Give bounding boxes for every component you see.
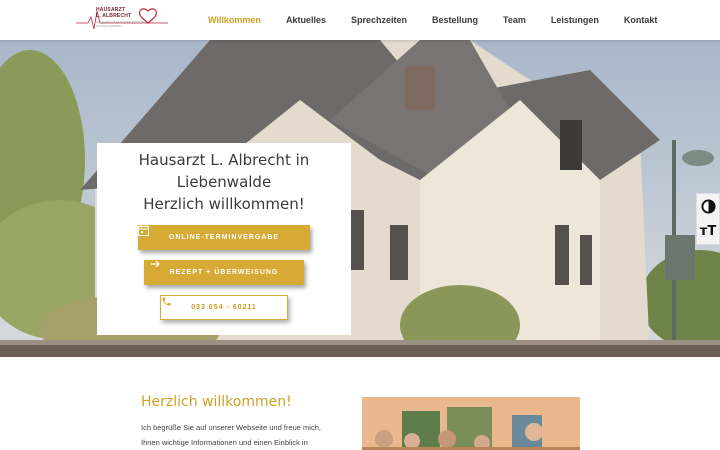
hero-title: Hausarzt L. Albrecht in Liebenwalde Herz… (97, 149, 351, 215)
site-header: HAUSARZT L. ALBRECHT FACHARZT FÜR INNERE… (0, 0, 720, 40)
hero-title-line3: Herzlich willkommen! (143, 195, 305, 213)
main-nav: Willkommen Aktuelles Sprechzeiten Bestel… (208, 0, 682, 40)
welcome-text: Ich begrüße Sie auf unserer Webseite und… (141, 423, 321, 447)
contrast-button[interactable] (697, 194, 719, 219)
hero-section: Hausarzt L. Albrecht in Liebenwalde Herz… (0, 40, 720, 357)
text-size-icon: ᴛT (699, 224, 717, 239)
nav-item-kontakt[interactable]: Kontakt (624, 15, 658, 25)
logo-line2: L. ALBRECHT (96, 13, 132, 19)
font-size-button[interactable]: ᴛT (697, 219, 719, 244)
nav-item-team[interactable]: Team (503, 15, 526, 25)
nav-item-bestellung[interactable]: Bestellung (432, 15, 478, 25)
prescription-button[interactable]: REZEPT + ÜBERWEISUNG (144, 260, 304, 285)
nav-item-sprechzeiten[interactable]: Sprechzeiten (351, 15, 407, 25)
nav-item-leistungen[interactable]: Leistungen (551, 15, 599, 25)
phone-icon (162, 297, 171, 306)
phone-button[interactable]: 033 054 - 60211 (160, 295, 288, 320)
logo[interactable]: HAUSARZT L. ALBRECHT FACHARZT FÜR INNERE… (76, 5, 168, 35)
logo-subtitle: FACHARZT FÜR INNERE MEDIZIN · NOTFALLMED… (96, 20, 146, 28)
hero-title-line1: Hausarzt L. Albrecht in (138, 151, 310, 169)
prescription-label: REZEPT + ÜBERWEISUNG (169, 269, 279, 276)
arrow-right-icon (151, 260, 160, 268)
logo-name: HAUSARZT L. ALBRECHT (96, 7, 131, 19)
calendar-icon (138, 225, 149, 236)
phone-label: 033 054 - 60211 (191, 304, 257, 311)
nav-item-aktuelles[interactable]: Aktuelles (286, 15, 326, 25)
hero-title-line2: Liebenwalde (176, 173, 272, 191)
accessibility-toolbar: ᴛT (696, 193, 720, 245)
online-booking-button[interactable]: ONLINE-TERMINVERGABE (138, 225, 310, 250)
team-photo-image (362, 397, 580, 450)
hero-card: Hausarzt L. Albrecht in Liebenwalde Herz… (97, 143, 351, 335)
nav-item-willkommen[interactable]: Willkommen (208, 15, 261, 25)
contrast-icon (700, 199, 716, 214)
online-booking-label: ONLINE-TERMINVERGABE (168, 234, 280, 241)
welcome-title: Herzlich willkommen! (141, 394, 292, 410)
team-photo (362, 397, 580, 450)
